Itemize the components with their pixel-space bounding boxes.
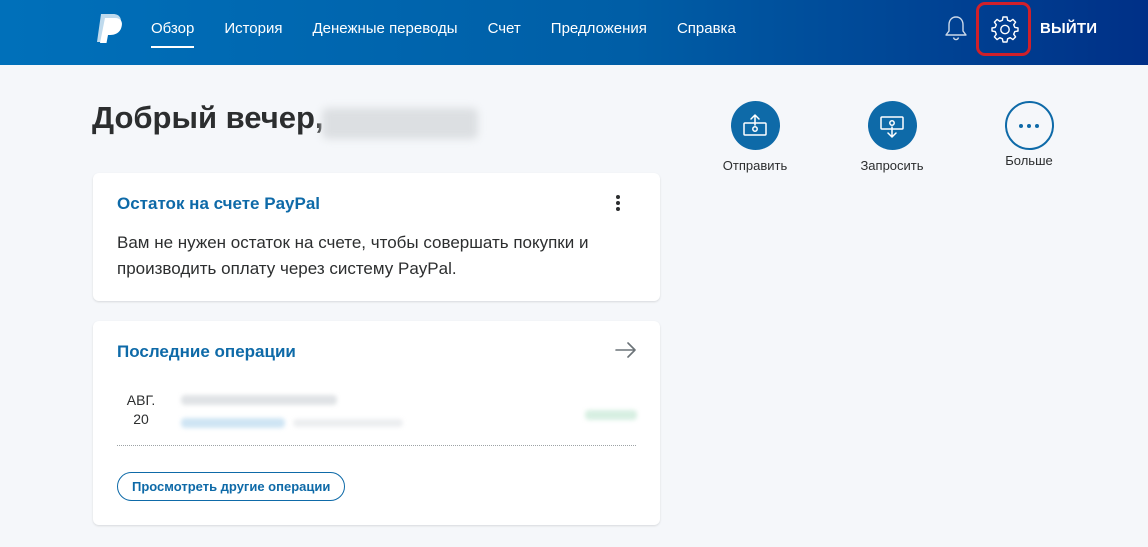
send-money-action[interactable]: Отправить (705, 101, 805, 173)
blurred-transaction-amount (585, 410, 637, 420)
arrow-right-icon[interactable] (615, 341, 637, 359)
transaction-month: АВГ. (126, 392, 156, 408)
send-money-label: Отправить (722, 158, 788, 173)
more-icon (1004, 101, 1054, 150)
blurred-transaction-link[interactable] (181, 418, 285, 428)
transaction-day: 20 (133, 411, 149, 427)
more-actions-label: Больше (1005, 153, 1053, 168)
recent-activity-title[interactable]: Последние операции (117, 342, 296, 362)
nav-tab-help[interactable]: Справка (677, 0, 736, 65)
nav-tab-overview[interactable]: Обзор (151, 0, 195, 65)
greeting-heading: Добрый вечер, (92, 100, 324, 135)
more-options-icon[interactable] (608, 193, 628, 215)
view-more-transactions-button[interactable]: Просмотреть другие операции (117, 472, 346, 501)
main-nav: Обзор История Денежные переводы Счет Пре… (151, 0, 766, 65)
nav-tab-transfers[interactable]: Денежные переводы (313, 0, 458, 65)
request-money-label: Запросить (860, 158, 924, 173)
send-money-icon (730, 101, 780, 150)
logout-link[interactable]: ВЫЙТИ (1040, 0, 1097, 58)
request-money-icon (867, 101, 917, 150)
bell-icon[interactable] (941, 13, 971, 43)
nav-tab-wallet[interactable]: Счет (488, 0, 521, 65)
paypal-logo-icon[interactable] (94, 12, 124, 44)
recent-activity-card: Последние операции АВГ. 20 Просмотреть д… (93, 321, 660, 525)
blurred-user-name (322, 108, 478, 139)
balance-card-title[interactable]: Остаток на счете PayPal (117, 194, 320, 214)
transaction-date: АВГ. 20 (117, 391, 165, 429)
nav-tab-offers[interactable]: Предложения (551, 0, 647, 65)
blurred-transaction-email[interactable] (181, 395, 337, 405)
paypal-balance-card: Остаток на счете PayPal Вам не нужен ост… (93, 173, 660, 301)
request-money-action[interactable]: Запросить (842, 101, 942, 173)
top-navigation-bar: Обзор История Денежные переводы Счет Пре… (0, 0, 1148, 65)
gear-icon (991, 16, 1019, 43)
blurred-transaction-status (293, 419, 403, 427)
nav-tab-history[interactable]: История (224, 0, 282, 65)
settings-button[interactable] (976, 2, 1031, 56)
more-actions[interactable]: Больше (979, 101, 1079, 168)
transaction-divider (117, 445, 636, 446)
balance-info-text: Вам не нужен остаток на счете, чтобы сов… (117, 233, 589, 278)
